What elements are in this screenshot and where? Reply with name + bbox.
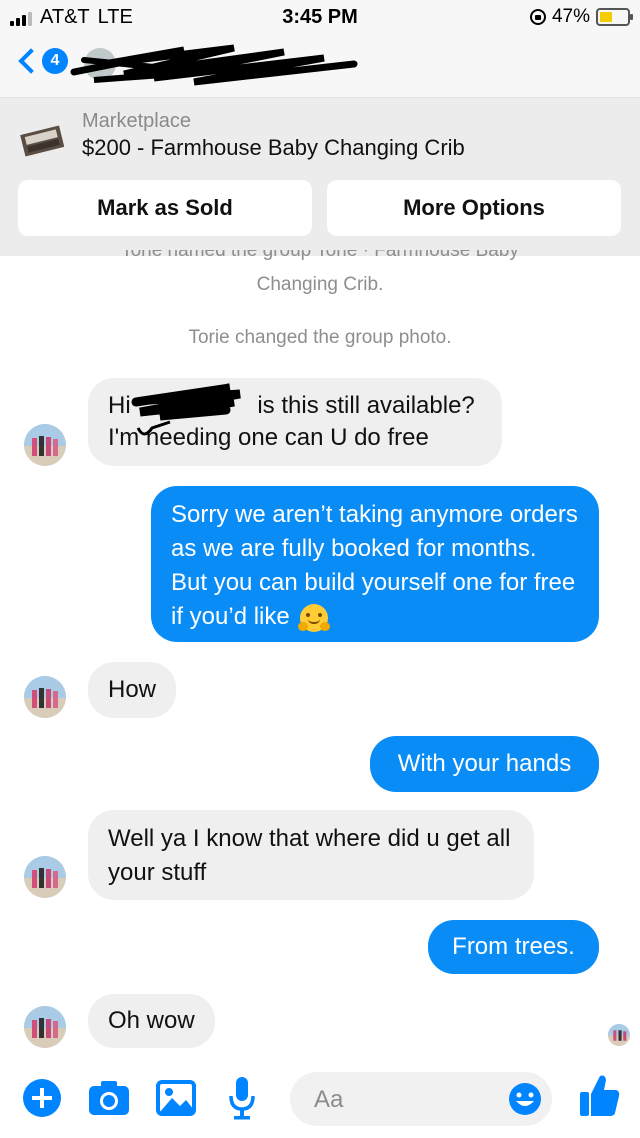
status-bar: AT&T LTE 3:45 PM 47%: [0, 0, 640, 36]
message-bubble-incoming[interactable]: Well ya I know that where did u get all …: [88, 810, 534, 900]
system-message-renamed: Torie named the group Torie · Farmhouse …: [121, 250, 519, 261]
back-button[interactable]: 4: [14, 48, 68, 74]
read-receipt-avatar: [608, 1024, 630, 1046]
message-text: How: [108, 676, 157, 703]
message-text: Sorry we aren’t taking anymore orders as…: [171, 501, 578, 630]
listing-title[interactable]: $200 - Farmhouse Baby Changing Crib: [82, 135, 465, 161]
conversation-header: 4: [0, 36, 640, 98]
thumbs-up-icon[interactable]: [578, 1072, 620, 1118]
message-bubble-incoming[interactable]: How: [88, 662, 177, 718]
message-text: Hi: [108, 392, 131, 419]
more-options-button[interactable]: More Options: [327, 180, 621, 236]
system-message-photo: Torie changed the group photo.: [188, 327, 452, 348]
avatar[interactable]: [24, 424, 66, 466]
marketplace-label: Marketplace: [82, 110, 191, 132]
emoji-icon[interactable]: [508, 1082, 542, 1116]
chevron-left-icon: [18, 48, 44, 74]
hugging-emoji-icon: [298, 603, 331, 632]
avatar[interactable]: [24, 1006, 66, 1048]
message-bubble-incoming[interactable]: Oh wow: [88, 994, 215, 1048]
listing-thumbnail[interactable]: [20, 120, 64, 158]
plus-icon[interactable]: [22, 1078, 62, 1118]
message-text: With your hands: [397, 750, 572, 777]
message-text: Oh wow: [108, 1007, 195, 1034]
message-bubble-outgoing[interactable]: Sorry we aren’t taking anymore orders as…: [151, 486, 599, 642]
microphone-icon[interactable]: [228, 1076, 256, 1120]
mark-as-sold-button[interactable]: Mark as Sold: [18, 180, 312, 236]
avatar[interactable]: [24, 856, 66, 898]
redacted-name-scribble: [131, 383, 241, 436]
redacted-contact-name: [70, 44, 358, 86]
message-bubble-outgoing[interactable]: From trees.: [428, 920, 599, 974]
system-message-renamed-cont: Changing Crib.: [256, 274, 384, 295]
rotation-lock-icon: [529, 9, 546, 25]
camera-icon[interactable]: [88, 1080, 130, 1116]
battery-level: [600, 12, 613, 22]
message-bubble-incoming[interactable]: Hi is this still available? I'm needing …: [88, 378, 502, 466]
message-composer: Aa: [0, 1058, 640, 1138]
message-input-placeholder: Aa: [314, 1086, 344, 1113]
battery-percent: 47%: [551, 6, 590, 27]
battery-icon: [596, 8, 633, 26]
message-text: Well ya I know that where did u get all …: [108, 825, 511, 886]
avatar[interactable]: [24, 676, 66, 718]
photo-icon[interactable]: [156, 1080, 196, 1116]
message-text: From trees.: [452, 933, 575, 960]
message-bubble-outgoing[interactable]: With your hands: [370, 736, 599, 792]
message-text: is this still available?: [250, 392, 475, 419]
marketplace-listing-card: Marketplace $200 - Farmhouse Baby Changi…: [0, 98, 640, 256]
